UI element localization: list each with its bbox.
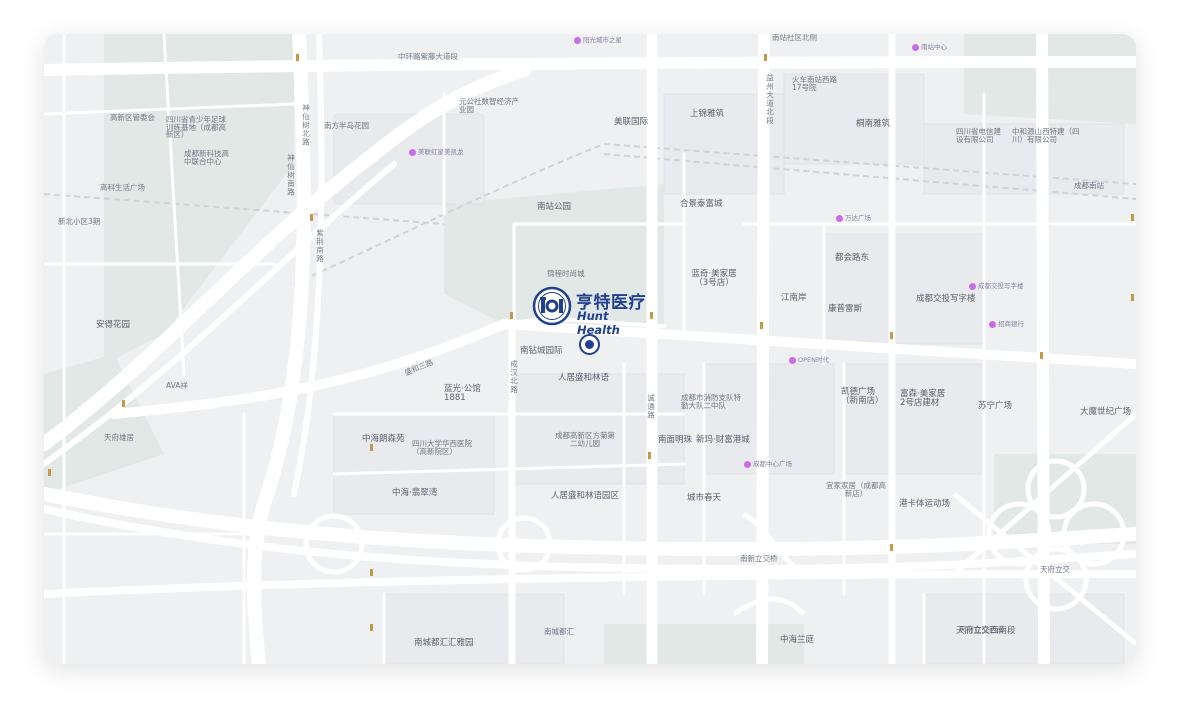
place-label: 南方半岛花园 — [324, 121, 369, 130]
place-label: 上锦雅筑 — [690, 109, 725, 119]
place-label: 港卡体运动场 — [899, 499, 951, 509]
place-label: 蓝奇·美家居（3号店） — [691, 269, 737, 288]
road-label: 南新立交桥 — [740, 554, 778, 563]
hunt-health-logo-icon — [532, 286, 572, 326]
place-label: 元公社数智经济产业园 — [459, 97, 519, 114]
place-label: 人居盛和林语园区 — [551, 491, 620, 501]
road-label: 神仙树南路 — [286, 154, 296, 197]
place-label: 中海兰庭 — [780, 635, 815, 645]
place-label: 富森·美家居2号店建材 — [900, 389, 946, 408]
place-label: 江南岸 — [781, 293, 807, 303]
road-label: 紫荆南路 — [315, 229, 325, 263]
place-label: AVA祥 — [166, 381, 188, 390]
place-label: 宜家家居（成都高新店） — [826, 481, 886, 498]
place-label: 美联国际 — [614, 117, 649, 127]
poi-label[interactable]: OPEN时代 — [789, 354, 829, 364]
poi-label[interactable]: 南站中心 — [912, 41, 947, 51]
place-label: 大魔世纪广场 — [1080, 407, 1132, 417]
poi-icon — [989, 320, 996, 328]
place-label: 新北小区3期 — [58, 217, 101, 226]
place-label: 南站公园 — [537, 202, 572, 212]
poi-label[interactable]: 招商银行 — [989, 318, 1024, 328]
poi-icon — [836, 214, 843, 222]
place-label: 成都市消防支队特勤大队二中队 — [681, 393, 741, 410]
road-label: 神仙树北路 — [301, 104, 311, 147]
place-label: 天府立交西南段 — [956, 626, 1016, 636]
place-label: 天府雄居 — [104, 433, 134, 442]
poi-label[interactable]: 成都交投写字楼 — [969, 280, 1024, 290]
poi-icon — [744, 460, 751, 468]
place-label: 成都新科技高中联合中心 — [184, 149, 229, 166]
poi-icon — [912, 43, 919, 51]
place-label: 成都南站 — [1074, 181, 1104, 190]
place-label: 中和源山西特建（四川）有限公司 — [1012, 127, 1080, 144]
place-label: 中海朗森苑 — [362, 434, 405, 444]
road-label: 中环路紫藤大道段 — [398, 52, 458, 61]
brand-name-en: Hunt Health — [577, 309, 620, 337]
place-label: 高新区管委会 — [110, 113, 155, 122]
place-label: 四川省青少年足球训练基地（成都高新区） — [166, 115, 226, 139]
poi-label[interactable]: 万达广场 — [836, 212, 871, 222]
place-label: 南城都汇汇雅园 — [414, 638, 474, 648]
place-label: 火车南站西路17号院 — [792, 75, 837, 92]
place-label: 高科生活广场 — [100, 183, 145, 192]
location-pin-icon[interactable] — [579, 334, 600, 355]
map-card[interactable]: 中环路紫藤大道段 神仙树南路 神仙树北路 紫荆南路 盛和三路 成汉北路 诚通路 … — [44, 34, 1136, 664]
road-label: 益州大道北段 — [765, 74, 775, 125]
place-label: 成都高新区方菊第二幼儿园 — [555, 431, 615, 448]
road-label: 南站社区北侧 — [772, 34, 817, 42]
poi-icon — [409, 148, 416, 156]
place-label: 新玛·财富港城 — [696, 435, 750, 445]
location-pin-core — [585, 340, 594, 349]
place-label: 苏宁广场 — [978, 401, 1013, 411]
place-label: 合景泰富城 — [680, 199, 723, 209]
road-label: 诚通路 — [646, 394, 656, 420]
poi-label[interactable]: 成都中心广场 — [744, 458, 792, 468]
place-label: 成都交投写字楼 — [916, 294, 976, 304]
place-label: 都会路东 — [835, 253, 870, 263]
poi-label[interactable]: 美联红星美凯龙 — [409, 146, 464, 156]
place-label: 蓝光·公馆1881 — [444, 384, 481, 403]
place-label: 城市春天 — [687, 493, 722, 503]
place-label: 康普雷斯 — [828, 304, 863, 314]
place-label: 安得花园 — [96, 320, 131, 330]
place-label: 桐南雅筑 — [856, 119, 891, 129]
road-label: 天府立交 — [1040, 565, 1070, 574]
place-label: 南钻城园际 — [520, 346, 563, 356]
place-label: 四川省电信建设有限公司 — [956, 127, 1001, 144]
road-label: 成汉北路 — [509, 360, 519, 394]
place-label: 凯德广场（新南店） — [841, 387, 884, 406]
place-label: 中海·翡翠湾 — [392, 488, 438, 498]
poi-icon — [574, 36, 581, 44]
place-label: 南城都汇 — [544, 627, 574, 636]
place-label: 人居盛和林语 — [558, 373, 610, 383]
brand-logo[interactable]: 亨特医疗 Hunt Health — [532, 286, 652, 337]
poi-icon — [789, 356, 796, 364]
poi-icon — [969, 282, 976, 290]
poi-label[interactable]: 阳光城市之星 — [574, 34, 622, 44]
place-label: 四川大学华西医院（高新院区） — [412, 439, 472, 456]
place-label: 锦程时尚城 — [547, 269, 585, 278]
place-label: 南面明珠 — [658, 435, 693, 445]
